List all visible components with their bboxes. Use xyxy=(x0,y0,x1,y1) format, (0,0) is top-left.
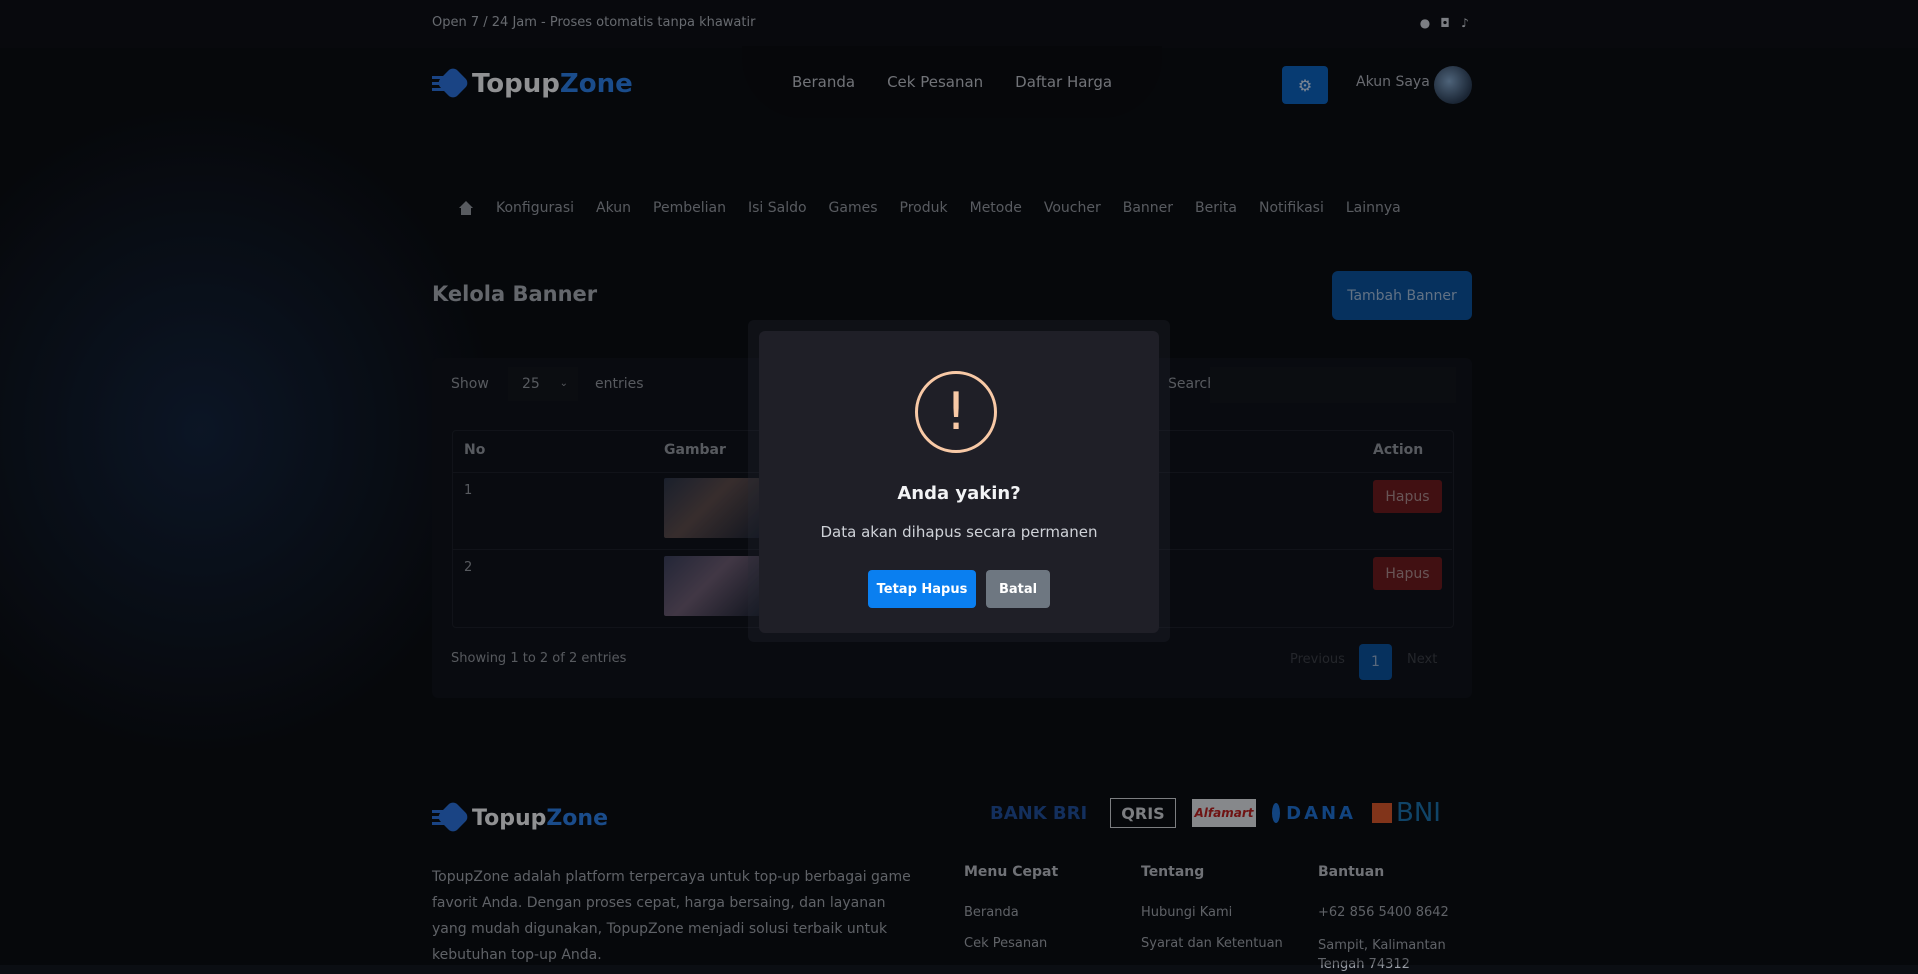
confirm-dialog: ! Anda yakin? Data akan dihapus secara p… xyxy=(759,331,1159,633)
confirm-delete-button[interactable]: Tetap Hapus xyxy=(868,570,976,608)
cancel-button[interactable]: Batal xyxy=(986,570,1050,608)
dialog-title: Anda yakin? xyxy=(897,483,1021,504)
dialog-message: Data akan dihapus secara permanen xyxy=(820,523,1098,541)
warning-icon: ! xyxy=(915,371,997,453)
